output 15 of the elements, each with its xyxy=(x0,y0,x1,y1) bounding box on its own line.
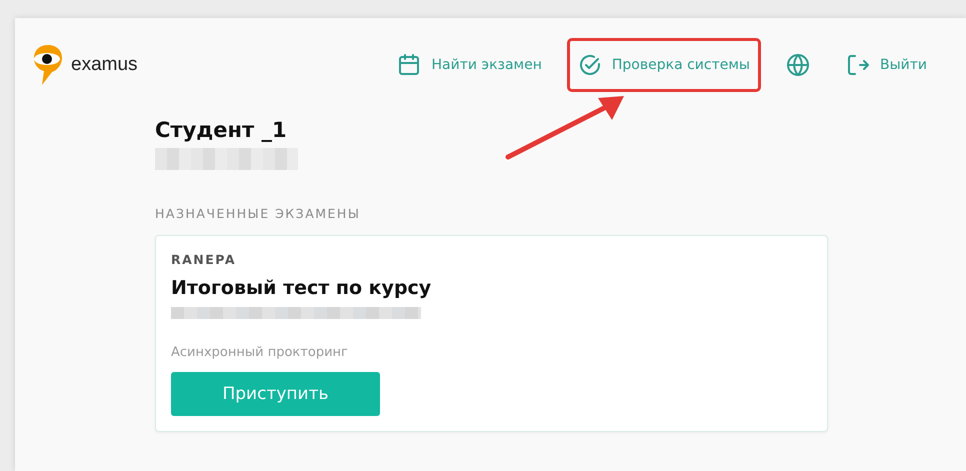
nav-link[interactable]: Выйти xyxy=(834,38,938,92)
start-button[interactable]: Приступить xyxy=(171,372,380,416)
logo-text: examus xyxy=(71,54,138,76)
nav-link[interactable]: Найти экзамен xyxy=(386,38,553,92)
section-title: НАЗНАЧЕННЫЕ ЭКЗАМЕНЫ xyxy=(155,206,362,221)
exam-title: Итоговый тест по курсу xyxy=(171,277,432,299)
calendar-icon xyxy=(397,53,422,77)
nav-link[interactable]: Проверка системы xyxy=(566,38,761,92)
globe-icon xyxy=(786,53,810,77)
organization-label: RANEPA xyxy=(171,252,237,267)
exam-type: Асинхронный прокторинг xyxy=(171,345,349,360)
check-circle-icon xyxy=(578,53,602,77)
logo-icon xyxy=(33,43,63,87)
exit-icon xyxy=(846,53,870,77)
student-name: Студент _1 xyxy=(155,118,288,142)
